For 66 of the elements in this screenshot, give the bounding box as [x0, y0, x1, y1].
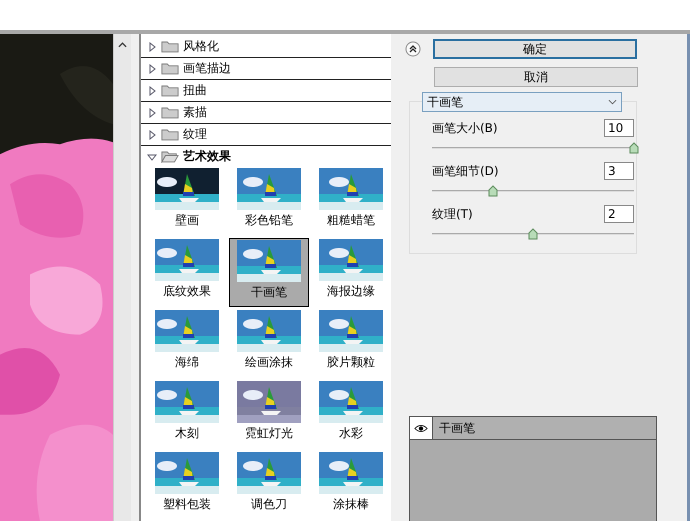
scroll-up-icon[interactable]: [118, 42, 127, 48]
filter-label: 塑料包装: [163, 496, 211, 513]
category-item[interactable]: 纹理: [141, 124, 391, 146]
eye-toggle[interactable]: [410, 417, 433, 439]
cancel-button[interactable]: 取消: [434, 67, 638, 87]
category-item[interactable]: 素描: [141, 102, 391, 124]
slider-thumb[interactable]: [629, 142, 639, 154]
folder-icon: [161, 62, 179, 75]
triangle-icon: [147, 108, 157, 118]
filter-thumbnail[interactable]: 涂抹棒: [311, 451, 391, 520]
collapse-icon[interactable]: [405, 41, 421, 57]
filter-label: 调色刀: [251, 496, 287, 513]
value-field[interactable]: 3: [604, 162, 634, 180]
filter-thumbnail[interactable]: 绘画涂抹: [229, 309, 309, 378]
folder-icon: [161, 84, 179, 97]
filter-label: 干画笔: [251, 284, 287, 301]
folder-icon: [161, 150, 179, 163]
filter-thumbnail[interactable]: 干画笔: [229, 238, 309, 307]
param-label: 画笔大小(B): [432, 120, 498, 136]
triangle-icon: [147, 152, 157, 162]
filter-thumbnail[interactable]: 调色刀: [229, 451, 309, 520]
triangle-icon: [147, 130, 157, 140]
filter-label: 海绵: [175, 354, 199, 371]
filter-thumbnail[interactable]: 水彩: [311, 380, 391, 449]
filter-label: 胶片颗粒: [327, 354, 375, 371]
folder-icon: [161, 40, 179, 53]
triangle-icon: [147, 42, 157, 52]
chevron-icon: [608, 99, 617, 105]
filter-label: 彩色铅笔: [245, 212, 293, 229]
eye-icon: [414, 424, 428, 432]
filter-label: 霓虹灯光: [245, 425, 293, 442]
filter-thumbnail[interactable]: 彩色铅笔: [229, 167, 309, 236]
filter-label: 粗糙蜡笔: [327, 212, 375, 229]
value-field[interactable]: 10: [604, 119, 634, 137]
filter-thumbnail[interactable]: 壁画: [147, 167, 227, 236]
filter-label: 壁画: [175, 212, 199, 229]
param-label: 画笔细节(D): [432, 162, 499, 180]
category-item[interactable]: 艺术效果: [141, 146, 391, 167]
filter-thumbnail[interactable]: 胶片颗粒: [311, 309, 391, 378]
folder-icon: [161, 128, 179, 141]
category-item[interactable]: 风格化: [141, 36, 391, 58]
ok-button[interactable]: 确定: [433, 39, 637, 59]
folder-icon: [161, 106, 179, 119]
slider-thumb[interactable]: [528, 228, 538, 240]
category-item[interactable]: 画笔描边: [141, 58, 391, 80]
filter-thumbnail[interactable]: 粗糙蜡笔: [311, 167, 391, 236]
category-item[interactable]: 扭曲: [141, 80, 391, 102]
filter-label: 海报边缘: [327, 283, 375, 300]
filter-thumbnail[interactable]: 木刻: [147, 380, 227, 449]
triangle-icon: [147, 86, 157, 96]
value-field[interactable]: 2: [604, 205, 634, 223]
filter-label: 底纹效果: [163, 283, 211, 300]
filter-thumbnail[interactable]: 海报边缘: [311, 238, 391, 307]
filter-label: 木刻: [175, 425, 199, 442]
slider-thumb[interactable]: [488, 185, 498, 197]
filter-thumbnail[interactable]: 海绵: [147, 309, 227, 378]
filter-thumbnail[interactable]: 霓虹灯光: [229, 380, 309, 449]
triangle-icon: [147, 64, 157, 74]
filter-thumbnail[interactable]: 塑料包装: [147, 451, 227, 520]
filter-label: 绘画涂抹: [245, 354, 293, 371]
filter-label: 涂抹棒: [333, 496, 369, 513]
param-label: 纹理(T): [432, 206, 473, 222]
filter-label: 水彩: [339, 425, 363, 442]
filter-thumbnail[interactable]: 底纹效果: [147, 238, 227, 307]
filter-dropdown[interactable]: 干画笔: [422, 92, 622, 112]
effect-layer-label[interactable]: 干画笔: [439, 420, 475, 436]
